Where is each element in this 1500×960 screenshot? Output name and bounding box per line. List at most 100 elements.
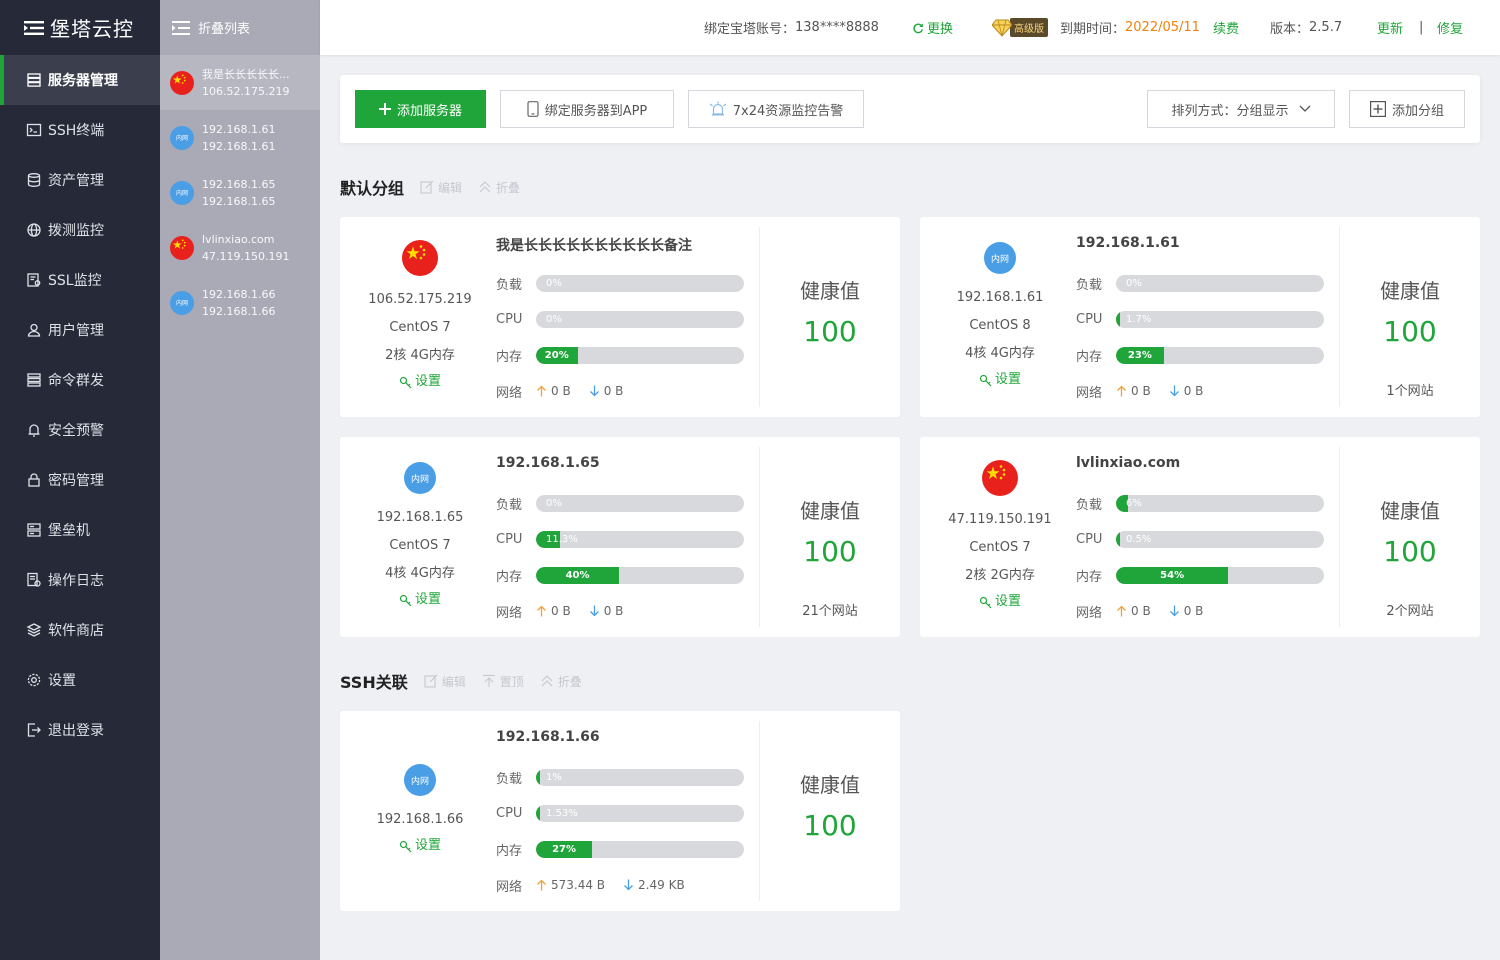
cpu-bar: 0.5% <box>1116 530 1324 548</box>
load-percent: 6% <box>1126 497 1142 509</box>
metric-label: 网络 <box>1076 605 1103 621</box>
monitor-alert-label: 7x24资源监控告警 <box>732 103 844 119</box>
server-os: CentOS 8 <box>969 318 1031 333</box>
account-info: 绑定宝塔账号： 138****8888 <box>704 0 879 55</box>
sidebar-item-9[interactable]: 密码管理 <box>0 455 160 505</box>
server-list-item[interactable]: 我是长长长长长... 106.52.175.219 <box>160 55 320 110</box>
sidebar-item-12[interactable]: 软件商店 <box>0 605 160 655</box>
server-settings-link[interactable]: 设置 <box>979 590 1021 614</box>
cpu-bar: 1.53% <box>536 804 744 822</box>
metric-cpu: CPU 0% <box>496 301 756 337</box>
sidebar-item-8[interactable]: 安全预警 <box>0 405 160 455</box>
phone-icon <box>527 101 539 117</box>
sidebar-item-2[interactable]: SSH终端 <box>0 105 160 155</box>
server-card[interactable]: 47.119.150.191 CentOS 7 2核 2G内存 设置 lvlinxiao… <box>920 437 1480 637</box>
sidebar-item-label: 拨测监控 <box>48 223 104 239</box>
sidebar-item-3[interactable]: 资产管理 <box>0 155 160 205</box>
load-percent: 0% <box>546 497 562 509</box>
server-settings-link[interactable]: 设置 <box>399 588 441 612</box>
sidebar-item-4[interactable]: 拨测监控 <box>0 205 160 255</box>
server-settings-link[interactable]: 设置 <box>979 368 1021 392</box>
account-label: 绑定宝塔账号： <box>704 22 796 37</box>
sidebar-item-14[interactable]: 退出登录 <box>0 705 160 755</box>
sidebar-item-label: 命令群发 <box>48 373 104 389</box>
group-action-edit[interactable]: 编辑 <box>420 179 462 196</box>
lan-badge-label: 内网 <box>410 474 429 485</box>
metric-mem: 内存 20% <box>496 337 756 373</box>
server-settings-link[interactable]: 设置 <box>399 370 441 394</box>
server-card[interactable]: 内网 192.168.1.61 CentOS 8 4核 4G内存 设置 192.168.1… <box>920 217 1480 417</box>
repair-link[interactable]: 修复 <box>1437 0 1463 55</box>
server-settings-link[interactable]: 设置 <box>399 834 441 858</box>
server-summary: 内网 192.168.1.66 设置 <box>340 711 500 911</box>
sidebar-item-6[interactable]: 用户管理 <box>0 305 160 355</box>
group-action-collapse[interactable]: 折叠 <box>478 179 520 196</box>
server-list-ip: 47.119.150.191 <box>202 249 290 263</box>
update-link[interactable]: 更新 <box>1377 0 1403 55</box>
server-list-item[interactable]: 内网 192.168.1.61 192.168.1.61 <box>160 110 320 165</box>
change-account-link[interactable]: 更换 <box>912 0 953 55</box>
server-name: 192.168.1.65 <box>496 455 600 471</box>
server-list-item[interactable]: 内网 192.168.1.66 192.168.1.66 <box>160 275 320 330</box>
download-arrow-icon <box>1169 385 1180 397</box>
key-settings-icon <box>979 596 992 609</box>
metric-mem: 内存 27% <box>496 831 756 867</box>
upload-arrow-icon <box>536 385 547 397</box>
cpu-bar-fill <box>1116 530 1120 548</box>
sidebar-item-10[interactable]: 堡垒机 <box>0 505 160 555</box>
server-os: CentOS 7 <box>389 538 451 553</box>
server-card[interactable]: 106.52.175.219 CentOS 7 2核 4G内存 设置 我是长长长长长长长… <box>340 217 900 417</box>
lan-badge-label: 内网 <box>990 254 1009 265</box>
cpu-percent: 0.5% <box>1126 533 1152 545</box>
renew-link[interactable]: 续费 <box>1213 0 1239 55</box>
sidebar-item-label: 密码管理 <box>48 473 104 489</box>
load-bar-fill <box>536 768 540 786</box>
add-group-button[interactable]: 添加分组 <box>1349 90 1465 128</box>
group-action-collapse[interactable]: 折叠 <box>540 673 582 690</box>
server-summary: 内网 192.168.1.61 CentOS 8 4核 4G内存 设置 <box>920 217 1080 417</box>
server-name: 我是长长长长长长长长长长备注 <box>496 238 692 254</box>
server-summary: 内网 192.168.1.65 CentOS 7 4核 4G内存 设置 <box>340 437 500 637</box>
sidebar-item-1[interactable]: 服务器管理 <box>0 55 160 105</box>
edit-icon <box>424 674 438 688</box>
monitor-alert-button[interactable]: 7x24资源监控告警 <box>688 90 864 128</box>
group-action-pin-top[interactable]: 置顶 <box>482 673 524 690</box>
server-list-ip: 192.168.1.65 <box>202 194 276 208</box>
metric-label: 负载 <box>496 277 523 293</box>
sidebar-item-5[interactable]: SSL监控 <box>0 255 160 305</box>
group-action-label: 编辑 <box>438 180 463 195</box>
collapse-list-button[interactable]: 折叠列表 <box>160 0 320 55</box>
server-card[interactable]: 内网 192.168.1.65 CentOS 7 4核 4G内存 设置 192.168.1… <box>340 437 900 637</box>
group-action-label: 折叠 <box>557 674 582 689</box>
mem-bar: 23% <box>1116 346 1324 364</box>
china-flag-icon <box>170 235 194 260</box>
group-action-edit[interactable]: 编辑 <box>424 673 466 690</box>
pin-top-icon <box>482 674 496 688</box>
upload-arrow-icon <box>1116 605 1127 617</box>
sidebar-item-7[interactable]: 命令群发 <box>0 355 160 405</box>
sidebar-item-13[interactable]: 设置 <box>0 655 160 705</box>
version-info: 版本： 2.5.7 <box>1270 0 1342 55</box>
server-metrics: 192.168.1.66 负载 1% CPU 1.53% 内存 27% 网络 573.44 B 2… <box>496 729 756 903</box>
server-list-item[interactable]: lvlinxiao.com 47.119.150.191 <box>160 220 320 275</box>
server-card[interactable]: 内网 192.168.1.66 设置 192.168.1.66 负载 1% CPU 1.53%… <box>340 711 900 911</box>
sidebar-item-label: 退出登录 <box>48 723 104 739</box>
sidebar-item-11[interactable]: 操作日志 <box>0 555 160 605</box>
metric-network: 网络 0 B 0 B <box>1076 373 1336 409</box>
health-label: 健康值 <box>800 773 860 797</box>
mem-percent: 23% <box>1127 349 1152 361</box>
health-label: 健康值 <box>800 499 860 523</box>
cpu-bar: 11.3% <box>536 530 744 548</box>
upload-arrow-icon <box>1116 385 1127 397</box>
add-server-button[interactable]: 添加服务器 <box>355 90 486 128</box>
download-value: 2.49 KB <box>638 878 685 892</box>
bind-app-button[interactable]: 绑定服务器到APP <box>500 90 674 128</box>
logout-icon <box>26 722 42 738</box>
sort-mode-select[interactable]: 排列方式：分组显示 <box>1147 90 1335 128</box>
server-list-item[interactable]: 内网 192.168.1.65 192.168.1.65 <box>160 165 320 220</box>
health-label: 健康值 <box>800 279 860 303</box>
top-bar: 绑定宝塔账号： 138****8888 更换 高级版 到期时间： 2022/05… <box>320 0 1500 55</box>
cpu-bar-fill <box>536 804 540 822</box>
health-value: 100 <box>803 809 857 842</box>
sidebar-item-label: 服务器管理 <box>48 73 118 89</box>
